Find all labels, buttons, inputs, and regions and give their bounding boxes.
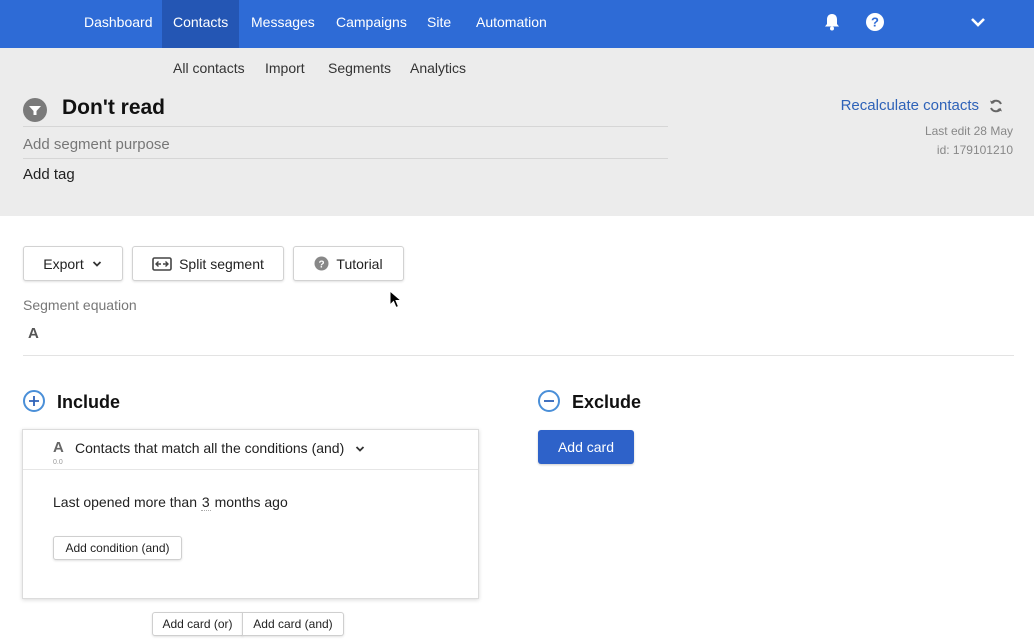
tutorial-button[interactable]: ? Tutorial xyxy=(293,246,404,281)
segment-purpose-input[interactable]: Add segment purpose xyxy=(23,136,170,153)
plus-circle-icon xyxy=(23,390,45,412)
chevron-down-icon xyxy=(356,446,365,453)
nav-contacts[interactable]: Contacts xyxy=(162,0,239,48)
chevron-down-icon[interactable] xyxy=(968,12,988,32)
card-header[interactable]: A 0.0 Contacts that match all the condit… xyxy=(23,430,478,470)
card-match-mode-dropdown[interactable]: Contacts that match all the conditions (… xyxy=(75,440,366,456)
segment-header: All contacts Import Segments Analytics D… xyxy=(0,48,1034,216)
segment-equation-value: A xyxy=(28,325,39,342)
condition-row[interactable]: Last opened more than 3 months ago xyxy=(53,494,288,511)
segment-equation-label: Segment equation xyxy=(23,297,137,313)
subnav-segments[interactable]: Segments xyxy=(328,60,391,76)
subnav-analytics[interactable]: Analytics xyxy=(410,60,466,76)
card-letter: A xyxy=(53,439,64,456)
condition-value-input[interactable]: 3 xyxy=(200,494,211,511)
split-segment-button[interactable]: Split segment xyxy=(132,246,284,281)
bell-icon[interactable] xyxy=(822,12,842,32)
divider xyxy=(23,355,1014,356)
chevron-down-icon xyxy=(92,260,101,267)
nav-dashboard[interactable]: Dashboard xyxy=(73,0,164,48)
exclude-add-card-button[interactable]: Add card xyxy=(538,430,634,464)
svg-text:?: ? xyxy=(871,15,879,30)
condition-suffix: months ago xyxy=(214,494,288,510)
card-title-label: Contacts that match all the conditions (… xyxy=(75,440,345,456)
segment-title[interactable]: Don't read xyxy=(62,96,165,120)
divider xyxy=(23,126,668,127)
include-card-a: A 0.0 Contacts that match all the condit… xyxy=(22,429,479,599)
mouse-cursor-icon xyxy=(389,290,403,309)
svg-text:?: ? xyxy=(319,259,325,270)
help-icon[interactable]: ? xyxy=(865,12,885,32)
help-icon: ? xyxy=(314,256,329,271)
add-tag-link[interactable]: Add tag xyxy=(23,166,75,183)
add-card-or-button[interactable]: Add card (or) xyxy=(152,612,243,636)
exclude-title: Exclude xyxy=(572,392,642,412)
funnel-icon xyxy=(23,98,47,122)
export-label: Export xyxy=(43,255,84,272)
last-edit-text: Last edit 28 May xyxy=(924,124,1013,138)
top-nav: Dashboard Contacts Messages Campaigns Si… xyxy=(0,0,1034,48)
subnav-all-contacts[interactable]: All contacts xyxy=(173,60,245,76)
nav-campaigns[interactable]: Campaigns xyxy=(325,0,418,48)
add-card-and-button[interactable]: Add card (and) xyxy=(242,612,344,636)
segment-id-text: id: 179101210 xyxy=(936,143,1013,157)
add-condition-button[interactable]: Add condition (and) xyxy=(53,536,182,560)
nav-site[interactable]: Site xyxy=(416,0,462,48)
nav-messages[interactable]: Messages xyxy=(240,0,326,48)
condition-prefix: Last opened more than xyxy=(53,494,197,510)
export-button[interactable]: Export xyxy=(23,246,123,281)
split-segment-label: Split segment xyxy=(179,255,264,272)
split-icon xyxy=(152,256,172,271)
card-letter-sub: 0.0 xyxy=(53,459,63,466)
divider xyxy=(23,158,668,159)
refresh-icon[interactable] xyxy=(988,98,1004,114)
nav-automation[interactable]: Automation xyxy=(465,0,558,48)
recalculate-contacts-link[interactable]: Recalculate contacts xyxy=(841,97,979,114)
minus-circle-icon xyxy=(538,390,560,412)
subnav-import[interactable]: Import xyxy=(265,60,305,76)
include-title: Include xyxy=(57,392,121,412)
tutorial-label: Tutorial xyxy=(336,255,383,272)
